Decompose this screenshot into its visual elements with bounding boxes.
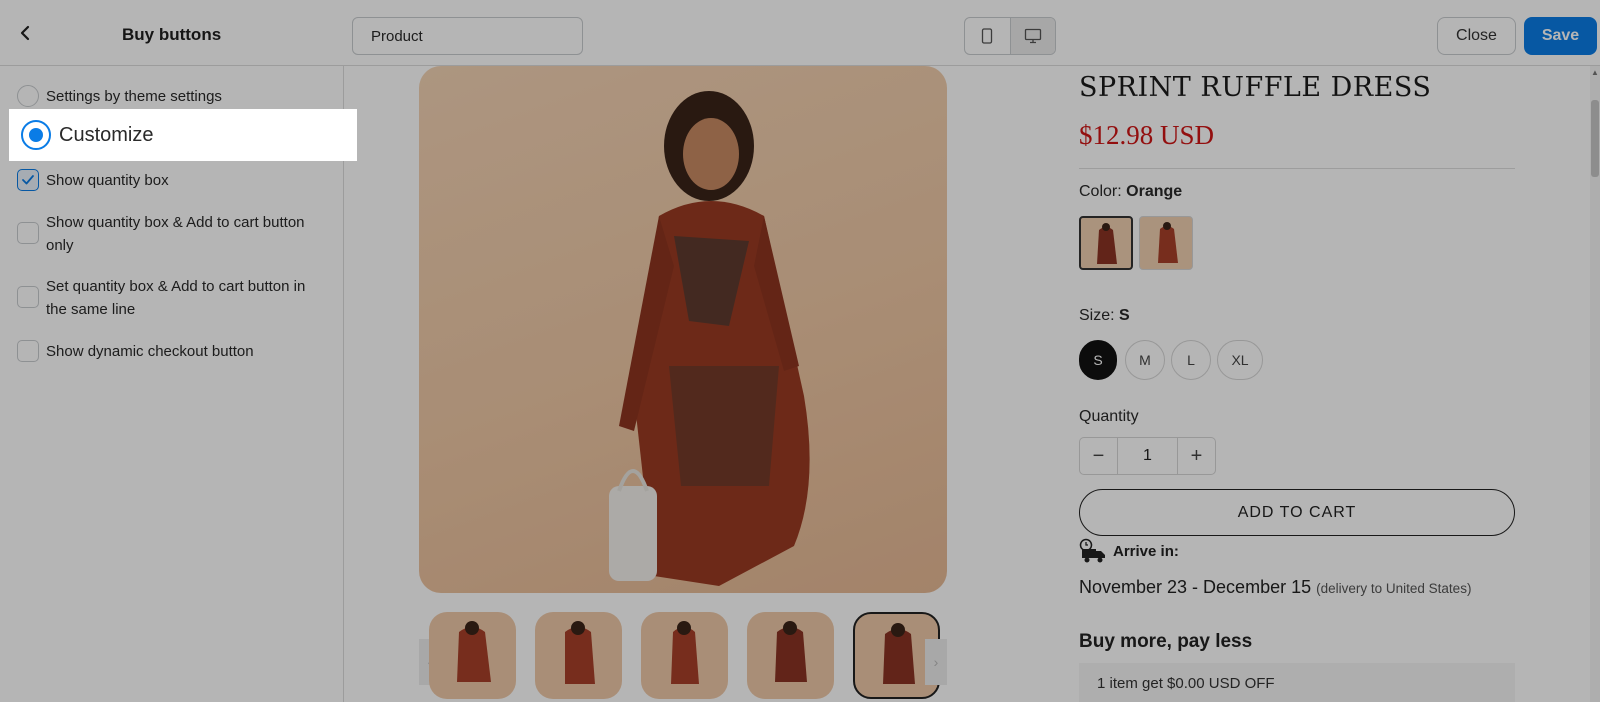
size-value: S	[1119, 307, 1130, 324]
add-to-cart-button[interactable]: ADD TO CART	[1079, 489, 1515, 536]
radio-customize[interactable]: Customize	[9, 109, 357, 161]
thumbnail-next-button[interactable]: ›	[925, 639, 947, 685]
option-label: Customize	[59, 123, 154, 146]
dress-photo	[609, 91, 810, 586]
chevron-left-icon	[20, 25, 30, 41]
page-type-select[interactable]: Product	[352, 17, 583, 55]
checkbox-icon	[17, 340, 39, 362]
size-option-l[interactable]: L	[1171, 340, 1211, 380]
option-label: Set quantity box & Add to cart button in…	[46, 278, 306, 318]
discount-offer: 1 item get $0.00 USD OFF	[1079, 663, 1515, 702]
size-label-text: Size:	[1079, 307, 1115, 324]
quantity-plus-button[interactable]: +	[1178, 438, 1215, 474]
radio-icon	[17, 85, 39, 107]
product-title: SPRINT RUFFLE DRESS	[1079, 72, 1432, 103]
color-label: Color: Orange	[1079, 183, 1182, 201]
arrive-label: Arrive in:	[1113, 542, 1179, 560]
option-label: Show dynamic checkout button	[46, 343, 254, 360]
checkbox-icon	[17, 286, 39, 308]
desktop-icon	[1024, 28, 1042, 44]
option-label: Show quantity box & Add to cart button o…	[46, 214, 305, 254]
product-price: $12.98 USD	[1079, 120, 1215, 150]
page-title: Buy buttons	[122, 25, 222, 44]
thumbnail[interactable]	[535, 612, 622, 699]
preview-scrollbar[interactable]: ▲	[1590, 66, 1600, 702]
thumbnail[interactable]	[747, 612, 834, 699]
size-label: Size: S	[1079, 307, 1130, 325]
color-label-text: Color:	[1079, 183, 1122, 200]
delivery-dates: November 23 - December 15	[1079, 577, 1312, 597]
save-button[interactable]: Save	[1524, 17, 1597, 55]
size-option-s[interactable]: S	[1079, 340, 1117, 380]
divider	[1079, 168, 1515, 169]
checkbox-checked-icon	[17, 169, 39, 191]
checkbox-quantity-and-cart-only[interactable]: Show quantity box & Add to cart button o…	[17, 211, 327, 257]
product-preview: ‹ › SPRINT RUFFLE DRESS $12.98 USD Color…	[344, 66, 1600, 702]
thumbnail-strip: ‹ ›	[419, 609, 947, 699]
arrive-row: Arrive in:	[1079, 538, 1179, 564]
quantity-minus-button[interactable]: −	[1080, 438, 1117, 474]
checkbox-same-line[interactable]: Set quantity box & Add to cart button in…	[17, 275, 327, 321]
device-toggle	[964, 17, 1056, 55]
color-swatch-selected[interactable]	[1079, 216, 1133, 270]
radio-theme-settings[interactable]: Settings by theme settings	[17, 85, 222, 108]
radio-selected-icon	[21, 120, 51, 150]
option-label: Show quantity box	[46, 172, 169, 189]
mobile-view-button[interactable]	[965, 18, 1010, 54]
thumbnail[interactable]	[429, 612, 516, 699]
scrollbar-thumb[interactable]	[1591, 100, 1599, 177]
size-option-m[interactable]: M	[1125, 340, 1165, 380]
delivery-estimate: November 23 - December 15 (delivery to U…	[1079, 577, 1471, 598]
desktop-view-button[interactable]	[1009, 18, 1055, 54]
quantity-input[interactable]: 1	[1117, 438, 1178, 474]
color-swatch[interactable]	[1139, 216, 1193, 270]
top-bar: Buy buttons Product Close Save	[0, 0, 1600, 66]
option-label: Settings by theme settings	[46, 88, 222, 105]
thumbnail[interactable]	[641, 612, 728, 699]
quantity-label: Quantity	[1079, 408, 1139, 425]
delivery-note: (delivery to United States)	[1316, 581, 1472, 596]
settings-panel: Settings by theme settings Show quantity…	[0, 66, 344, 702]
buy-more-title: Buy more, pay less	[1079, 631, 1253, 652]
checkbox-show-quantity[interactable]: Show quantity box	[17, 169, 169, 192]
quantity-stepper: − 1 +	[1079, 437, 1216, 475]
size-option-xl[interactable]: XL	[1217, 340, 1263, 380]
color-value: Orange	[1126, 183, 1183, 200]
delivery-truck-icon	[1079, 538, 1105, 563]
scroll-up-arrow-icon[interactable]: ▲	[1591, 68, 1599, 77]
back-button[interactable]	[12, 20, 38, 46]
close-button[interactable]: Close	[1437, 17, 1516, 55]
checkbox-dynamic-checkout[interactable]: Show dynamic checkout button	[17, 340, 254, 363]
mobile-icon	[982, 28, 993, 44]
product-main-image[interactable]	[419, 66, 947, 593]
checkbox-icon	[17, 222, 39, 244]
